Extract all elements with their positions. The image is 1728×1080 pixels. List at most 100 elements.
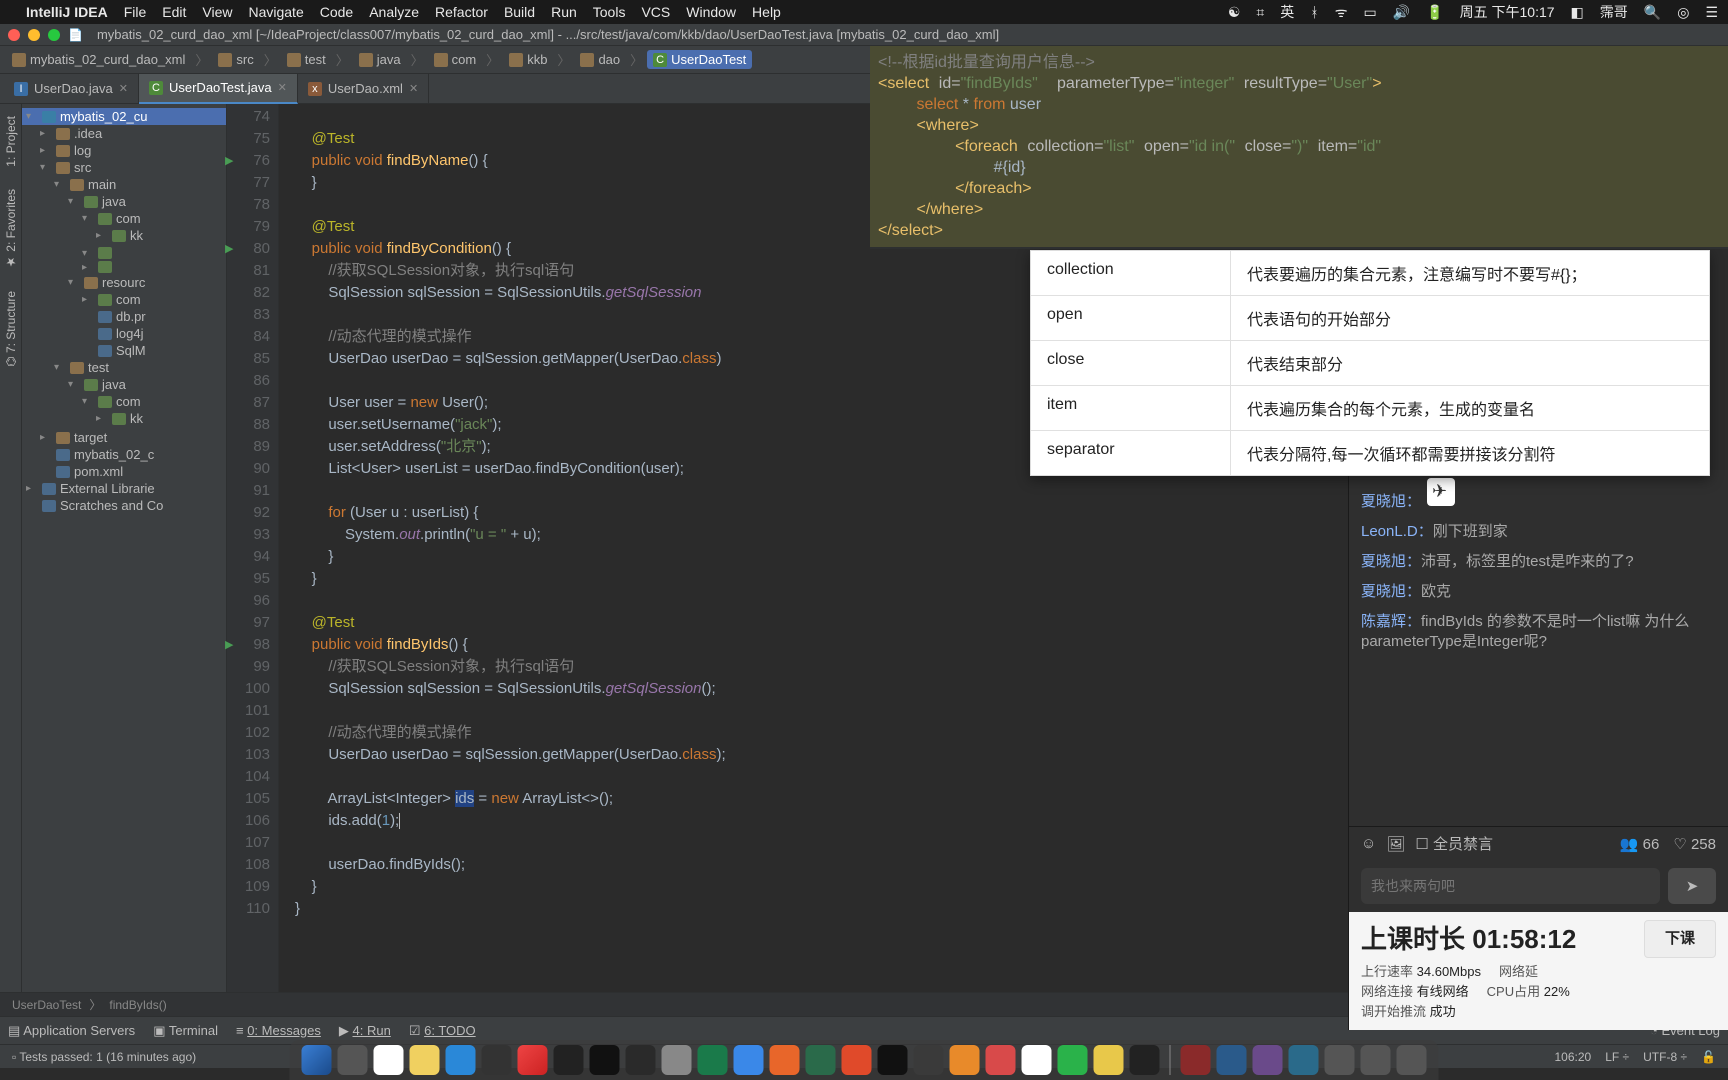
tree-node[interactable]: ▸.idea: [22, 125, 226, 142]
tree-node[interactable]: pom.xml: [22, 463, 226, 480]
dock-app-icon[interactable]: [410, 1045, 440, 1075]
chat-input[interactable]: [1361, 868, 1660, 904]
tool-appservers[interactable]: ▤ Application Servers: [8, 1023, 135, 1039]
menu-vcs[interactable]: VCS: [641, 4, 670, 20]
project-tree[interactable]: ▾mybatis_02_cu▸.idea▸log▾src▾main▾java▾c…: [22, 104, 227, 992]
breadcrumb-item[interactable]: test: [281, 50, 332, 69]
bluetooth-icon[interactable]: ᚼ: [1310, 4, 1318, 20]
siri-icon[interactable]: ◎: [1677, 4, 1689, 21]
menu-extra-icon[interactable]: ☰: [1705, 4, 1718, 21]
tree-node[interactable]: ▾java: [22, 376, 226, 393]
dock-app-icon[interactable]: [1361, 1045, 1391, 1075]
tree-node[interactable]: ▾main: [22, 176, 226, 193]
breadcrumb-item[interactable]: com: [428, 50, 483, 69]
menu-refactor[interactable]: Refactor: [435, 4, 488, 20]
breadcrumb-item[interactable]: java: [353, 50, 407, 69]
end-class-button[interactable]: 下课: [1644, 920, 1716, 958]
send-button[interactable]: ➤: [1668, 868, 1716, 904]
wifi-icon[interactable]: ᯤ: [1335, 3, 1348, 22]
tree-node[interactable]: log4j: [22, 325, 226, 342]
menu-help[interactable]: Help: [752, 4, 781, 20]
breadcrumb-item[interactable]: kkb: [503, 50, 553, 69]
menu-analyze[interactable]: Analyze: [369, 4, 419, 20]
tree-node[interactable]: ▸log: [22, 142, 226, 159]
dock-app-icon[interactable]: [518, 1045, 548, 1075]
dock-app-icon[interactable]: [806, 1045, 836, 1075]
tree-node[interactable]: ▸com: [22, 291, 226, 308]
dock-app-icon[interactable]: [1181, 1045, 1211, 1075]
tool-run[interactable]: ▶ 4: Run: [339, 1023, 391, 1039]
editor-tab[interactable]: xUserDao.xml✕: [298, 74, 429, 104]
dock-app-icon[interactable]: [1325, 1045, 1355, 1075]
dock-app-icon[interactable]: [446, 1045, 476, 1075]
tree-node[interactable]: ▸kk: [22, 227, 226, 244]
dock-app-icon[interactable]: [1253, 1045, 1283, 1075]
tree-node[interactable]: ▾com: [22, 210, 226, 227]
dock-app-icon[interactable]: [482, 1045, 512, 1075]
close-tab-icon[interactable]: ✕: [278, 81, 287, 94]
tree-node[interactable]: ▾: [22, 246, 226, 260]
input-method-icon[interactable]: 英: [1280, 2, 1294, 22]
dock-app-icon[interactable]: [1397, 1045, 1427, 1075]
dock-app-icon[interactable]: [878, 1045, 908, 1075]
tree-node[interactable]: ▾mybatis_02_cu: [22, 108, 226, 125]
close-tab-icon[interactable]: ✕: [119, 82, 128, 95]
menu-edit[interactable]: Edit: [162, 4, 186, 20]
tree-node[interactable]: ▸: [22, 260, 226, 274]
emoji-icon[interactable]: ☺: [1361, 835, 1376, 852]
dock-app-icon[interactable]: [1217, 1045, 1247, 1075]
code-path-class[interactable]: UserDaoTest: [12, 998, 81, 1012]
status-icon[interactable]: ☯: [1228, 4, 1241, 21]
tree-node[interactable]: ▾src: [22, 159, 226, 176]
status-icon[interactable]: ⌗: [1256, 4, 1264, 21]
dock-app-icon[interactable]: [734, 1045, 764, 1075]
screen-icon[interactable]: ▭: [1364, 4, 1377, 21]
dock-app-icon[interactable]: [950, 1045, 980, 1075]
menu-navigate[interactable]: Navigate: [248, 4, 303, 20]
tree-node[interactable]: Scratches and Co: [22, 497, 226, 514]
dock-app-icon[interactable]: [1022, 1045, 1052, 1075]
zoom-window-button[interactable]: [48, 29, 60, 41]
dock-app-icon[interactable]: [842, 1045, 872, 1075]
tree-node[interactable]: db.pr: [22, 308, 226, 325]
menu-view[interactable]: View: [202, 4, 232, 20]
tree-node[interactable]: ▸target: [22, 429, 226, 446]
minimize-window-button[interactable]: [28, 29, 40, 41]
breadcrumb-item[interactable]: src: [212, 50, 259, 69]
dock-app-icon[interactable]: [770, 1045, 800, 1075]
tree-node[interactable]: ▾java: [22, 193, 226, 210]
dock-app-icon[interactable]: [338, 1045, 368, 1075]
dock-app-icon[interactable]: [626, 1045, 656, 1075]
dock-app-icon[interactable]: [1058, 1045, 1088, 1075]
battery-icon[interactable]: 🔋: [1426, 4, 1443, 21]
editor-tab[interactable]: CUserDaoTest.java✕: [139, 74, 298, 104]
clock[interactable]: 周五 下午10:17: [1460, 2, 1555, 22]
breadcrumb-leaf[interactable]: CUserDaoTest: [647, 50, 752, 69]
dock-app-icon[interactable]: [986, 1045, 1016, 1075]
macos-dock[interactable]: [290, 1040, 1439, 1080]
volume-icon[interactable]: 🔊: [1393, 4, 1410, 21]
dock-app-icon[interactable]: [1130, 1045, 1160, 1075]
dock-app-icon[interactable]: [698, 1045, 728, 1075]
tree-node[interactable]: ▸External Librarie: [22, 480, 226, 497]
tool-project[interactable]: 1: Project: [4, 108, 18, 175]
dock-app-icon[interactable]: [374, 1045, 404, 1075]
chat-messages[interactable]: 夏晓旭：LeonL.D：刚下班到家夏晓旭：沛哥，标签里的test是咋来的了?夏晓…: [1349, 470, 1728, 826]
dock-app-icon[interactable]: [590, 1045, 620, 1075]
menu-code[interactable]: Code: [320, 4, 353, 20]
line-sep[interactable]: LF ÷: [1605, 1050, 1629, 1064]
spotlight-icon[interactable]: 🔍: [1644, 4, 1661, 21]
dock-app-icon[interactable]: [554, 1045, 584, 1075]
tree-node[interactable]: ▾com: [22, 393, 226, 410]
tool-terminal[interactable]: ▣ Terminal: [153, 1023, 218, 1039]
editor-tab[interactable]: IUserDao.java✕: [4, 74, 139, 104]
tool-favorites[interactable]: ★ 2: Favorites: [4, 181, 18, 277]
dock-app-icon[interactable]: [1289, 1045, 1319, 1075]
tree-node[interactable]: mybatis_02_c: [22, 446, 226, 463]
cursor-position[interactable]: 106:20: [1554, 1050, 1591, 1064]
tool-structure[interactable]: ⌬ 7: Structure: [4, 283, 18, 375]
menu-build[interactable]: Build: [504, 4, 535, 20]
tree-node[interactable]: SqlM: [22, 342, 226, 359]
menu-file[interactable]: File: [124, 4, 147, 20]
menu-tools[interactable]: Tools: [593, 4, 626, 20]
